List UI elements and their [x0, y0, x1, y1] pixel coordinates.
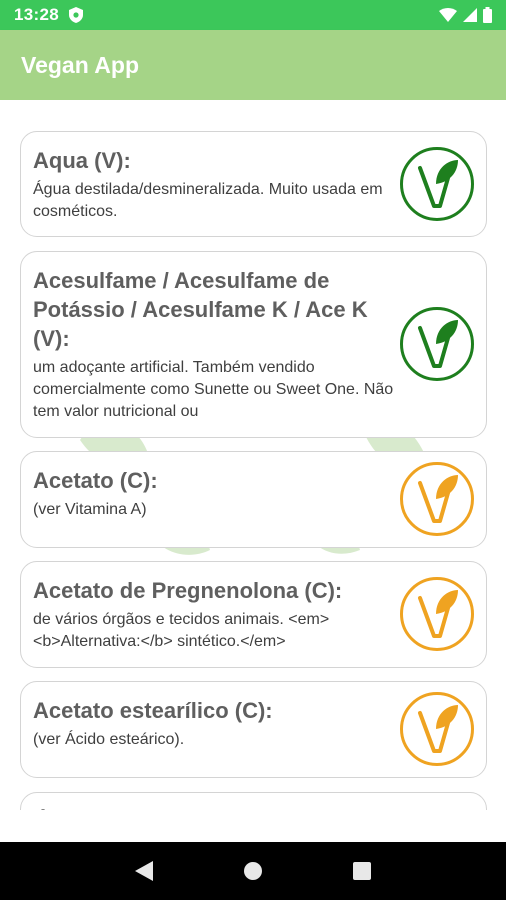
app-title: Vegan App: [21, 51, 139, 78]
item-description: (ver Vitamina A): [33, 501, 147, 518]
vegan-leaf-icon: [400, 307, 474, 381]
list-item[interactable]: Á: [20, 792, 487, 810]
item-title: Á: [33, 807, 400, 810]
wifi-icon: [439, 8, 457, 22]
item-title: Acesulfame / Acesulfame de Potássio / Ac…: [33, 268, 368, 351]
item-description: um adoçante artificial. Também vendido c…: [33, 359, 394, 420]
home-icon[interactable]: [233, 851, 273, 891]
item-description: (ver Ácido esteárico).: [33, 731, 185, 748]
signal-icon: [463, 8, 477, 22]
list-item[interactable]: Acetato de Pregnenolona (C): de vários ó…: [20, 561, 487, 668]
list-item[interactable]: Aqua (V): Água destilada/desmineralizada…: [20, 131, 487, 237]
list-item[interactable]: Acetato (C): (ver Vitamina A): [20, 451, 487, 548]
list-item[interactable]: Acesulfame / Acesulfame de Potássio / Ac…: [20, 251, 487, 438]
battery-icon: [483, 7, 492, 23]
item-title: Acetato estearílico (C):: [33, 698, 273, 723]
status-icons: [439, 7, 492, 23]
item-title: Acetato de Pregnenolona (C):: [33, 578, 343, 603]
item-title: Aqua (V):: [33, 148, 131, 173]
status-time: 13:28: [14, 5, 59, 24]
item-description: de vários órgãos e tecidos animais. <em>…: [33, 611, 330, 650]
vegan-leaf-icon: [400, 462, 474, 536]
vegan-leaf-icon: [400, 147, 474, 221]
item-description: Água destilada/desmineralizada. Muito us…: [33, 181, 383, 220]
list-item[interactable]: Acetato estearílico (C): (ver Ácido este…: [20, 681, 487, 778]
list-item-text: Acetato estearílico (C): (ver Ácido este…: [33, 696, 400, 751]
back-icon[interactable]: [124, 851, 164, 891]
status-bar: 13:28: [0, 0, 506, 30]
vegan-leaf-icon: [400, 577, 474, 651]
recents-icon[interactable]: [342, 851, 382, 891]
vegan-leaf-icon: [400, 692, 474, 766]
app-bar: Vegan App: [0, 30, 506, 100]
navigation-bar: [0, 842, 506, 900]
ingredient-list[interactable]: Aqua (V): Água destilada/desmineralizada…: [0, 100, 506, 810]
list-item-text: Acetato de Pregnenolona (C): de vários ó…: [33, 576, 400, 653]
list-item-text: Acesulfame / Acesulfame de Potássio / Ac…: [33, 266, 400, 423]
shield-icon: [68, 7, 83, 23]
list-item-text: Á: [33, 807, 400, 810]
item-title: Acetato (C):: [33, 468, 158, 493]
list-item-text: Acetato (C): (ver Vitamina A): [33, 466, 400, 521]
list-item-text: Aqua (V): Água destilada/desmineralizada…: [33, 146, 400, 223]
